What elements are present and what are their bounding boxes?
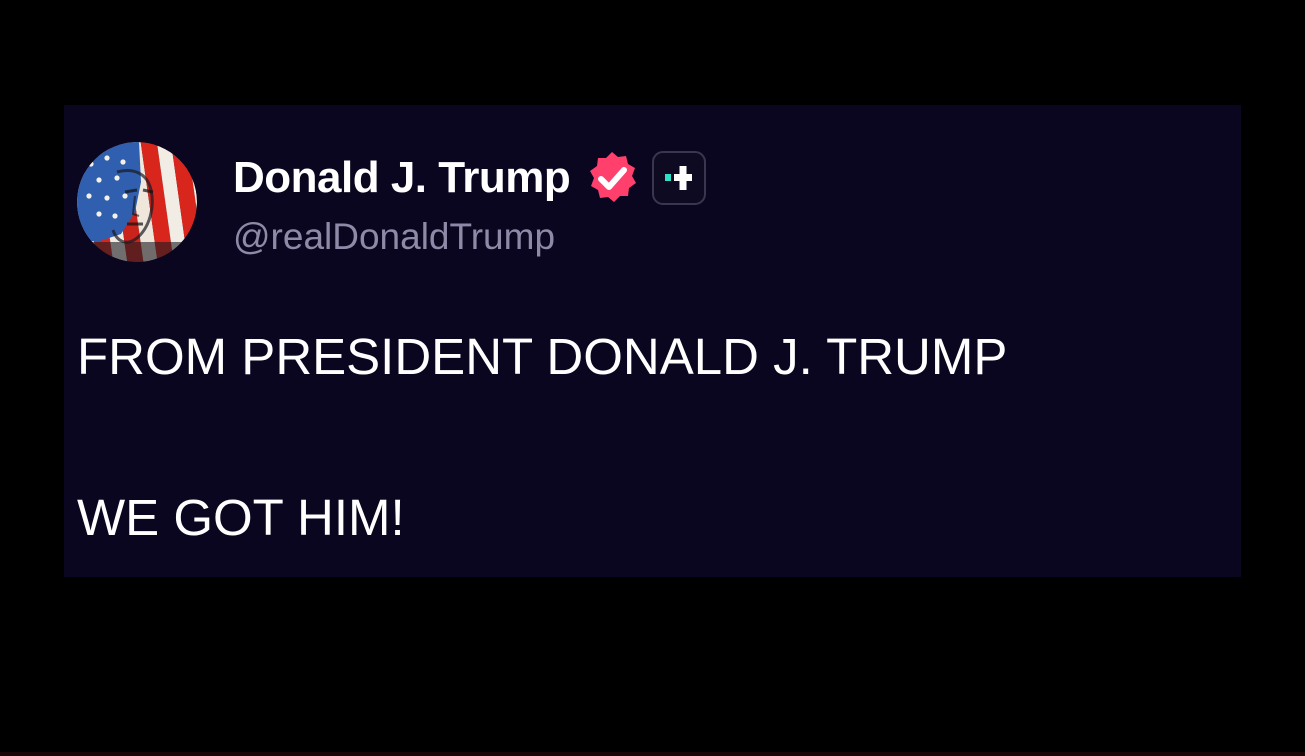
bottom-divider [0, 752, 1305, 756]
flag-face-avatar-image [77, 142, 197, 262]
post-text-line: FROM PRESIDENT DONALD J. TRUMP [77, 328, 1008, 385]
author-display-name[interactable]: Donald J. Trump [233, 149, 571, 207]
author-avatar[interactable] [77, 142, 197, 262]
author-handle[interactable]: @realDonaldTrump [233, 213, 555, 261]
plus-badge [652, 151, 707, 205]
author-name-row: Donald J. Trump [233, 149, 707, 207]
plus-badge-icon [665, 166, 693, 190]
post-card: Donald J. Trump @realDonaldTrump FROM PR… [64, 105, 1241, 577]
post-text-line: WE GOT HIM! [77, 489, 405, 546]
verified-badge-icon [590, 152, 637, 202]
